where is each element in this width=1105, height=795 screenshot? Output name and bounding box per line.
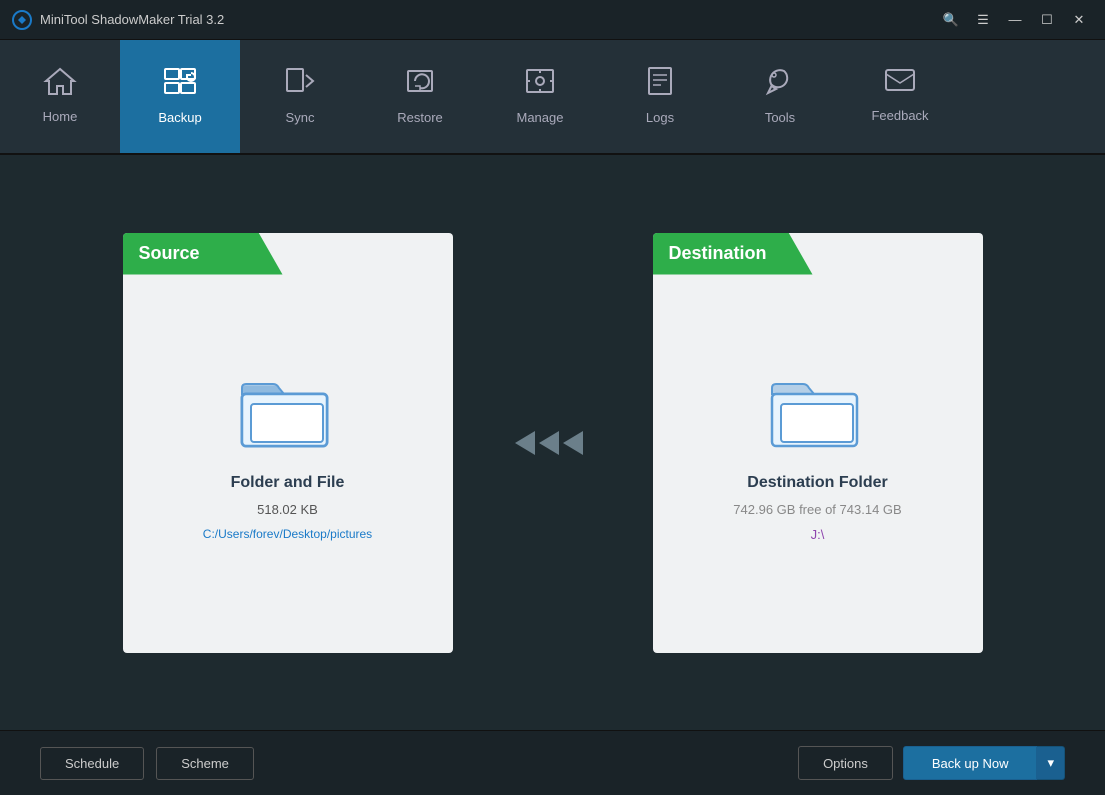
feedback-icon — [883, 67, 917, 100]
sync-icon — [284, 65, 316, 102]
destination-header: Destination — [653, 233, 983, 275]
title-bar-controls: 🔍 ☰ — ☐ ✕ — [937, 9, 1093, 31]
title-bar: MiniTool ShadowMaker Trial 3.2 🔍 ☰ — ☐ ✕ — [0, 0, 1105, 40]
nav-label-logs: Logs — [646, 110, 674, 125]
backup-icon — [161, 65, 199, 102]
tools-icon — [764, 65, 796, 102]
source-header: Source — [123, 233, 453, 275]
nav-item-backup[interactable]: Backup — [120, 40, 240, 153]
nav-label-feedback: Feedback — [871, 108, 928, 123]
title-bar-left: MiniTool ShadowMaker Trial 3.2 — [12, 10, 224, 30]
backup-dropdown-button[interactable]: ▾ — [1037, 746, 1065, 780]
app-title: MiniTool ShadowMaker Trial 3.2 — [40, 12, 224, 27]
schedule-button[interactable]: Schedule — [40, 747, 144, 780]
nav-bar: Home Backup Sync — [0, 40, 1105, 155]
nav-item-sync[interactable]: Sync — [240, 40, 360, 153]
close-button[interactable]: ✕ — [1065, 9, 1093, 31]
nav-label-manage: Manage — [517, 110, 564, 125]
nav-item-restore[interactable]: Restore — [360, 40, 480, 153]
destination-folder-icon — [767, 374, 867, 454]
nav-label-restore: Restore — [397, 110, 443, 125]
destination-drive: J:\ — [811, 527, 825, 542]
nav-label-home: Home — [43, 109, 78, 124]
destination-header-label: Destination — [669, 243, 767, 264]
source-path: C:/Users/forev/Desktop/pictures — [203, 527, 372, 541]
logs-icon — [645, 65, 675, 102]
bottom-left-buttons: Schedule Scheme — [40, 747, 254, 780]
destination-free: 742.96 GB free of 743.14 GB — [733, 502, 901, 517]
destination-title: Destination Folder — [747, 474, 887, 492]
source-size: 518.02 KB — [257, 502, 318, 517]
menu-button[interactable]: ☰ — [969, 9, 997, 31]
source-card[interactable]: Source Folder and File 518.02 KB C:/User… — [123, 233, 453, 653]
manage-icon — [523, 65, 557, 102]
nav-item-feedback[interactable]: Feedback — [840, 40, 960, 153]
destination-card-body: Destination Folder 742.96 GB free of 743… — [733, 374, 901, 542]
minimize-button[interactable]: — — [1001, 9, 1029, 31]
maximize-button[interactable]: ☐ — [1033, 9, 1061, 31]
nav-label-tools: Tools — [765, 110, 795, 125]
destination-header-bg: Destination — [653, 233, 813, 275]
destination-card[interactable]: Destination Destination Folder 742.96 GB… — [653, 233, 983, 653]
source-folder-icon — [237, 374, 337, 454]
nav-item-manage[interactable]: Manage — [480, 40, 600, 153]
source-header-bg: Source — [123, 233, 283, 275]
source-title: Folder and File — [231, 474, 345, 492]
restore-icon — [403, 65, 437, 102]
arrow-area — [513, 423, 593, 463]
source-header-label: Source — [139, 243, 200, 264]
scheme-button[interactable]: Scheme — [156, 747, 254, 780]
source-card-body: Folder and File 518.02 KB C:/Users/forev… — [203, 374, 372, 541]
search-button[interactable]: 🔍 — [937, 9, 965, 31]
app-logo-icon — [12, 10, 32, 30]
options-button[interactable]: Options — [798, 746, 893, 780]
nav-item-tools[interactable]: Tools — [720, 40, 840, 153]
nav-label-backup: Backup — [158, 110, 201, 125]
main-content: Source Folder and File 518.02 KB C:/User… — [0, 155, 1105, 730]
bottom-right-buttons: Options Back up Now ▾ — [798, 746, 1065, 780]
nav-item-home[interactable]: Home — [0, 40, 120, 153]
backup-now-button[interactable]: Back up Now — [903, 746, 1038, 780]
home-icon — [43, 66, 77, 101]
bottom-bar: Schedule Scheme Options Back up Now ▾ — [0, 730, 1105, 795]
nav-item-logs[interactable]: Logs — [600, 40, 720, 153]
nav-label-sync: Sync — [286, 110, 315, 125]
